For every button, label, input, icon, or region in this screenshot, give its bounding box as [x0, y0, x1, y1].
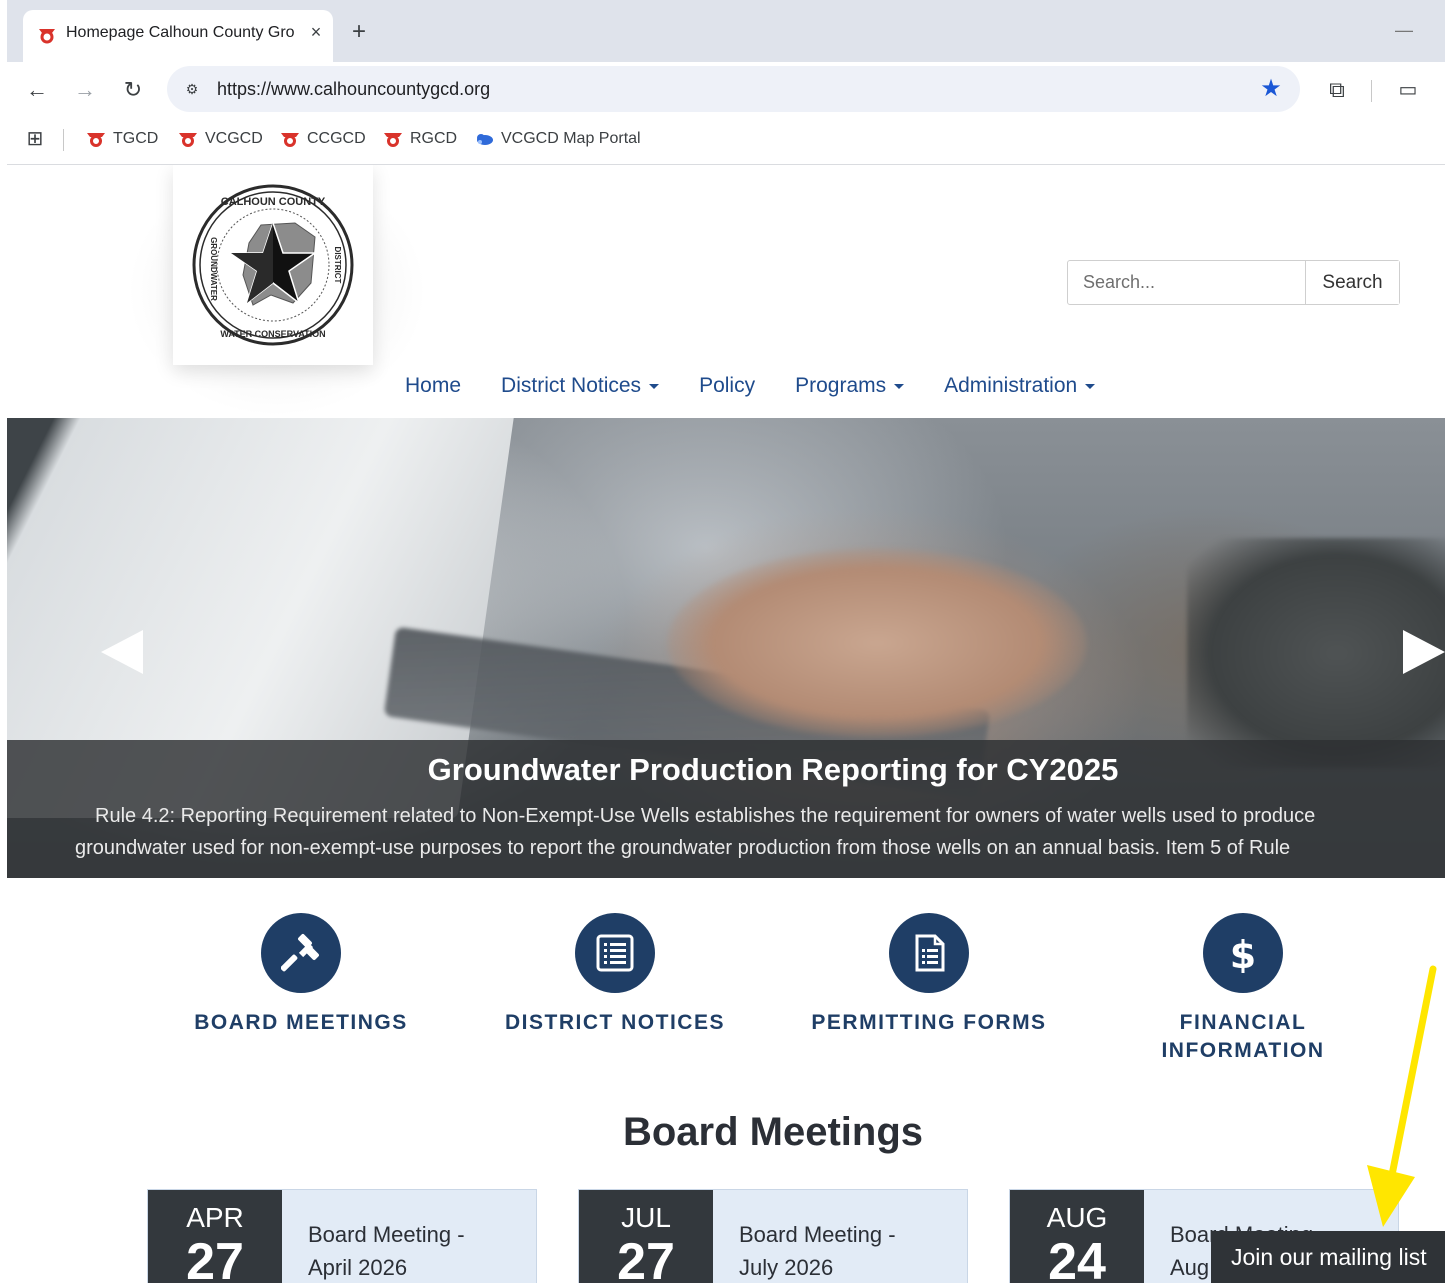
quicklink-district-notices[interactable]: DISTRICT NOTICES	[485, 913, 745, 1037]
meeting-date: JUL 27	[579, 1190, 713, 1283]
site-favicon-icon	[39, 29, 55, 44]
quick-links: BOARD MEETINGS DISTRICT NOTICES PERMITTI…	[7, 913, 1445, 1073]
carousel-title[interactable]: Groundwater Production Reporting for CY2…	[7, 752, 1445, 788]
quicklink-financial-information[interactable]: $ FINANCIAL INFORMATION	[1113, 913, 1373, 1065]
caret-down-icon	[894, 383, 905, 389]
tab-strip: Homepage Calhoun County Gro × + —	[7, 0, 1445, 62]
nav-administration[interactable]: Administration	[944, 368, 1096, 404]
site-search: Search	[1067, 260, 1400, 305]
carousel-description-line-2: groundwater used for non-exempt-use purp…	[75, 837, 1291, 859]
main-navigation: Home District Notices Policy Programs Ad…	[405, 368, 1135, 404]
url-text[interactable]: https://www.calhouncountygcd.org	[217, 79, 490, 100]
quicklink-label: DISTRICT NOTICES	[504, 1011, 725, 1034]
bookmarks-bar: ⊞ TGCD VCGCD CCGCD RGCD VCGCD Map Portal	[7, 117, 1445, 165]
toolbar-divider	[1371, 80, 1372, 102]
document-icon	[889, 913, 969, 993]
carousel-description-line-1: Rule 4.2: Reporting Requirement related …	[95, 805, 1316, 827]
meeting-date: AUG 24	[1010, 1190, 1144, 1283]
meeting-card[interactable]: APR 27 Board Meeting - April 2026	[147, 1189, 537, 1283]
bookmark-ccgcd[interactable]: CCGCD	[279, 127, 366, 151]
browser-tab[interactable]: Homepage Calhoun County Gro ×	[23, 10, 333, 62]
web-page: CALHOUN COUNTY WATER CONSERVATION GROUND…	[7, 165, 1445, 1283]
browser-window: Homepage Calhoun County Gro × + — ← → ↻ …	[7, 0, 1445, 1283]
bookmark-favicon-icon	[384, 133, 402, 147]
tab-close-icon[interactable]: ×	[303, 19, 329, 45]
board-meetings-heading: Board Meetings	[622, 1110, 924, 1154]
tab-title: Homepage Calhoun County Gro	[66, 24, 295, 41]
meeting-date: APR 27	[148, 1190, 282, 1283]
meeting-card[interactable]: JUL 27 Board Meeting - July 2026	[578, 1189, 968, 1283]
caret-down-icon	[649, 383, 660, 389]
nav-district-notices[interactable]: District Notices	[501, 368, 660, 404]
gavel-icon	[261, 913, 341, 993]
hero-carousel: Groundwater Production Reporting for CY2…	[7, 418, 1445, 878]
forward-icon[interactable]: →	[69, 74, 101, 106]
search-input[interactable]	[1068, 261, 1306, 304]
carousel-description: Rule 4.2: Reporting Requirement related …	[75, 800, 1445, 864]
quicklink-board-meetings[interactable]: BOARD MEETINGS	[171, 913, 431, 1037]
minimize-icon[interactable]: —	[1395, 20, 1415, 41]
meeting-title[interactable]: Board Meeting - April 2026	[308, 1218, 508, 1283]
carousel-prev-icon[interactable]	[101, 630, 143, 674]
nav-programs[interactable]: Programs	[795, 368, 905, 404]
bookmarks-divider	[63, 129, 64, 151]
quicklink-label: FINANCIAL INFORMATION	[1161, 1011, 1325, 1062]
quicklink-label: BOARD MEETINGS	[194, 1011, 408, 1034]
carousel-next-icon[interactable]	[1403, 630, 1445, 674]
svg-text:$: $	[1230, 933, 1256, 973]
list-icon	[575, 913, 655, 993]
cloud-map-icon	[477, 134, 493, 145]
quicklink-permitting-forms[interactable]: PERMITTING FORMS	[799, 913, 1059, 1037]
nav-home[interactable]: Home	[405, 368, 461, 404]
bookmark-favicon-icon	[87, 133, 105, 147]
bookmark-rgcd[interactable]: RGCD	[382, 127, 457, 151]
svg-text:CALHOUN COUNTY: CALHOUN COUNTY	[221, 196, 326, 208]
apps-grid-icon[interactable]: ⊞	[23, 127, 47, 151]
dollar-icon: $	[1203, 913, 1283, 993]
caret-down-icon	[1085, 383, 1096, 389]
search-button[interactable]: Search	[1306, 261, 1399, 304]
bookmark-vcgcd[interactable]: VCGCD	[177, 127, 263, 151]
quicklink-label: PERMITTING FORMS	[811, 1011, 1047, 1034]
reading-mode-icon[interactable]: ▭	[1393, 75, 1423, 105]
address-bar[interactable]: ⚙ https://www.calhouncountygcd.org ★	[167, 66, 1300, 112]
hero-hand-image	[667, 548, 1087, 738]
svg-text:DISTRICT: DISTRICT	[333, 247, 342, 284]
reload-icon[interactable]: ↻	[117, 74, 149, 106]
svg-text:GROUNDWATER: GROUNDWATER	[209, 237, 218, 301]
site-settings-icon[interactable]: ⚙	[181, 78, 203, 100]
mailing-list-button[interactable]: Join our mailing list	[1211, 1231, 1445, 1283]
extensions-icon[interactable]: ⧉	[1322, 75, 1352, 105]
meeting-title[interactable]: Board Meeting - July 2026	[739, 1218, 939, 1283]
district-seal-icon: CALHOUN COUNTY WATER CONSERVATION GROUND…	[192, 184, 354, 346]
bookmark-favicon-icon	[179, 133, 197, 147]
new-tab-button[interactable]: +	[345, 18, 373, 46]
nav-policy[interactable]: Policy	[699, 368, 755, 404]
site-logo[interactable]: CALHOUN COUNTY WATER CONSERVATION GROUND…	[173, 165, 373, 365]
back-icon[interactable]: ←	[21, 74, 53, 106]
bookmark-favicon-icon	[281, 133, 299, 147]
svg-text:WATER CONSERVATION: WATER CONSERVATION	[220, 329, 325, 339]
carousel-caption: Groundwater Production Reporting for CY2…	[7, 740, 1445, 878]
annotation-arrow-icon	[1367, 965, 1437, 1227]
bookmark-tgcd[interactable]: TGCD	[85, 127, 158, 151]
bookmark-vcgcd-map-portal[interactable]: VCGCD Map Portal	[473, 127, 641, 151]
bookmark-star-icon[interactable]: ★	[1256, 74, 1286, 104]
browser-toolbar: ← → ↻ ⚙ https://www.calhouncountygcd.org…	[7, 62, 1445, 117]
